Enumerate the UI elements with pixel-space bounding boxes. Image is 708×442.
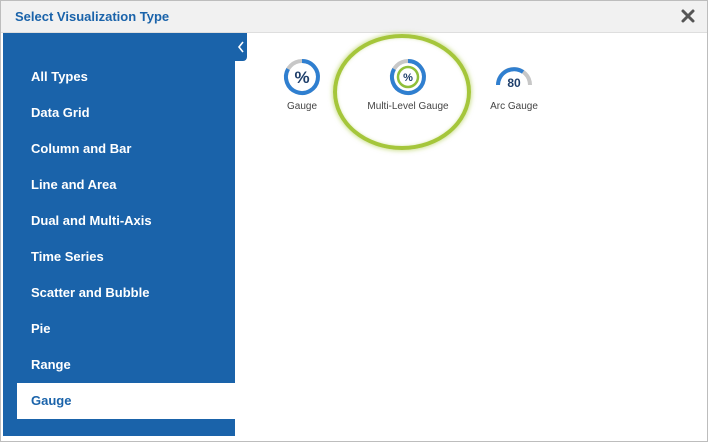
close-icon[interactable]	[679, 7, 697, 25]
category-list: All Types Data Grid Column and Bar Line …	[3, 59, 235, 419]
tile-gauge[interactable]: % Gauge	[247, 57, 357, 127]
arc-gauge-icon: 80	[496, 67, 532, 90]
multi-level-gauge-icon: %	[390, 59, 426, 95]
sidebar-collapse-button[interactable]	[235, 33, 247, 61]
sidebar-item-dual-and-multi-axis[interactable]: Dual and Multi-Axis	[3, 203, 235, 239]
svg-text:80: 80	[507, 76, 521, 90]
sidebar-item-time-series[interactable]: Time Series	[3, 239, 235, 275]
tile-arc-gauge-label: Arc Gauge	[490, 101, 538, 112]
sidebar-item-gauge[interactable]: Gauge	[17, 383, 235, 419]
tile-gauge-label: Gauge	[286, 101, 318, 112]
gauge-icon: %	[284, 59, 320, 95]
sidebar-item-pie[interactable]: Pie	[3, 311, 235, 347]
svg-text:%: %	[403, 72, 413, 84]
chevron-left-icon	[237, 41, 244, 53]
sidebar-item-column-and-bar[interactable]: Column and Bar	[3, 131, 235, 167]
sidebar-item-range[interactable]: Range	[3, 347, 235, 383]
tile-arc-gauge[interactable]: 80 Arc Gauge	[459, 57, 569, 127]
sidebar-item-line-and-area[interactable]: Line and Area	[3, 167, 235, 203]
svg-text:%: %	[294, 68, 309, 87]
tile-multi-level-gauge-label: Multi-Level Gauge	[367, 101, 449, 112]
sidebar-item-data-grid[interactable]: Data Grid	[3, 95, 235, 131]
sidebar-item-scatter-and-bubble[interactable]: Scatter and Bubble	[3, 275, 235, 311]
sidebar-item-all-types[interactable]: All Types	[3, 59, 235, 95]
category-sidebar: All Types Data Grid Column and Bar Line …	[3, 33, 235, 436]
dialog-title: Select Visualization Type	[15, 9, 170, 24]
visualization-gallery: % Gauge % Multi-Level Gauge 80 Arc Gauge	[247, 33, 707, 441]
dialog-titlebar: Select Visualization Type	[1, 1, 707, 33]
tile-multi-level-gauge[interactable]: % Multi-Level Gauge	[353, 57, 463, 127]
